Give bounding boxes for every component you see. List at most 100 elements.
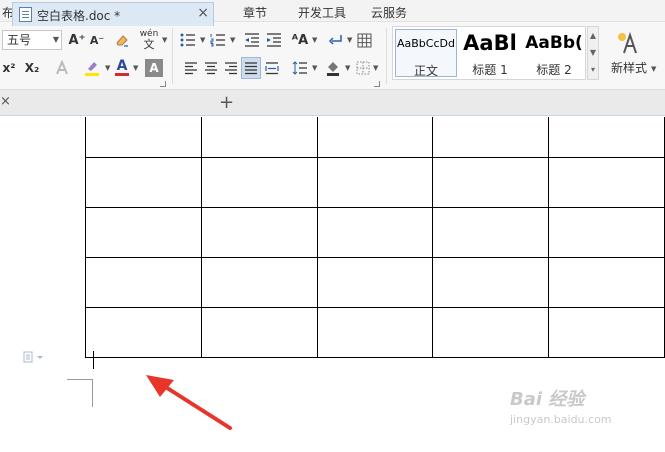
style-preview: AaBb( [525, 33, 583, 53]
close-icon[interactable]: × [0, 94, 11, 109]
paragraph-mark-button[interactable] [326, 30, 346, 50]
table-row [85, 117, 665, 158]
change-case-button[interactable]: ᴬA [289, 30, 311, 50]
table-cell[interactable] [200, 206, 318, 258]
text-effect-button[interactable] [52, 58, 72, 78]
table-row [85, 256, 665, 308]
table-cell[interactable] [85, 206, 202, 258]
table-cell[interactable] [432, 156, 550, 208]
style-normal[interactable]: AaBbCcDd 正文 [395, 29, 457, 77]
watermark-url: jingyan.baidu.com [510, 413, 612, 426]
subscript-icon: X₂ [24, 61, 40, 75]
close-icon[interactable]: × [197, 5, 209, 21]
pinyin-bottom-text: 文 [143, 38, 155, 51]
table-cell[interactable] [316, 206, 434, 258]
distributed-button[interactable] [263, 58, 281, 78]
chevron-up-icon[interactable]: ▲ [588, 27, 598, 44]
chevron-down-icon[interactable]: ▼ [312, 64, 317, 72]
chevron-down-icon[interactable]: ▼ [347, 36, 352, 44]
menu-section[interactable]: 章节 [243, 4, 267, 21]
border-icon [356, 61, 370, 75]
shrink-font-button[interactable]: A⁻ [88, 30, 106, 50]
numbering-button[interactable] [208, 30, 228, 50]
table-cell[interactable] [85, 117, 202, 158]
font-color-button[interactable]: A [113, 56, 131, 78]
menu-cloud-services[interactable]: 云服务 [371, 4, 407, 21]
table-cell[interactable] [548, 206, 665, 258]
paragraph-dialog-launcher[interactable] [374, 81, 380, 87]
chevron-down-icon[interactable]: ▼ [345, 64, 350, 72]
superscript-icon: x² [2, 61, 16, 75]
borders-button[interactable] [354, 58, 372, 78]
table-cell[interactable] [316, 156, 434, 208]
style-preview: AaBbCcDd [397, 37, 455, 50]
table-cell[interactable] [548, 156, 665, 208]
chevron-down-icon[interactable]: ▼ [133, 64, 138, 72]
table-cell[interactable] [316, 117, 434, 158]
style-heading-1[interactable]: AaBl 标题 1 [459, 29, 521, 77]
bulleted-list-icon [180, 33, 195, 47]
table-cell[interactable] [432, 117, 550, 158]
style-heading-2[interactable]: AaBb( 标题 2 [523, 29, 585, 77]
decrease-indent-button[interactable] [242, 30, 262, 50]
chevron-down-icon[interactable]: ▼ [105, 64, 110, 72]
table-cell[interactable] [316, 256, 434, 308]
document-table[interactable] [85, 117, 665, 358]
align-right-button[interactable] [222, 58, 240, 78]
more-icon[interactable]: ▾ [588, 61, 598, 78]
paint-bucket-icon [327, 62, 339, 76]
chevron-down-icon[interactable]: ▼ [200, 36, 205, 44]
table-cell[interactable] [200, 256, 318, 308]
align-left-button[interactable] [182, 58, 200, 78]
table-cell[interactable] [432, 206, 550, 258]
table-cell[interactable] [200, 117, 318, 158]
table-cell[interactable] [548, 306, 665, 358]
watermark-logo: Bai 经验 [510, 389, 585, 410]
table-cell[interactable] [85, 306, 202, 358]
font-size-select[interactable]: 五号 ▼ [2, 30, 62, 50]
increase-indent-button[interactable] [264, 30, 284, 50]
font-dialog-launcher[interactable] [160, 81, 166, 87]
table-cell[interactable] [85, 156, 202, 208]
clear-format-button[interactable] [112, 30, 132, 50]
character-shading-button[interactable]: A [145, 59, 163, 77]
table-button[interactable] [354, 30, 374, 50]
superscript-button[interactable]: x² [0, 58, 18, 78]
table-cell[interactable] [200, 306, 318, 358]
chevron-down-icon[interactable]: ▼ [588, 44, 598, 61]
new-style-icon [618, 31, 637, 53]
chevron-down-icon[interactable]: ▼ [373, 64, 378, 72]
chevron-down-icon[interactable]: ▼ [312, 36, 317, 44]
line-spacing-icon [292, 61, 307, 75]
new-style-button[interactable]: 新样式 [606, 26, 652, 80]
pinyin-guide-button[interactable]: wén 文 [137, 27, 161, 53]
return-arrow-icon [328, 35, 342, 45]
chevron-down-icon[interactable]: ▼ [651, 65, 656, 73]
shading-button[interactable] [323, 58, 343, 78]
shrink-font-icon: A⁻ [89, 33, 105, 47]
table-cell[interactable] [548, 256, 665, 308]
table-cell[interactable] [85, 256, 202, 308]
paragraph-layout-icon[interactable] [23, 351, 45, 366]
chevron-down-icon[interactable]: ▼ [230, 36, 235, 44]
subscript-button[interactable]: X₂ [22, 58, 42, 78]
justify-button[interactable] [241, 57, 261, 79]
align-center-button[interactable] [202, 58, 220, 78]
new-tab-button[interactable]: + [219, 92, 234, 113]
grow-font-button[interactable]: A⁺ [68, 30, 86, 50]
table-cell[interactable] [200, 156, 318, 208]
outdent-icon [245, 33, 259, 47]
table-cell[interactable] [432, 306, 550, 358]
style-name: 标题 2 [536, 63, 572, 77]
table-cell[interactable] [316, 306, 434, 358]
line-spacing-button[interactable] [290, 58, 310, 78]
table-cell[interactable] [548, 117, 665, 158]
style-gallery-scroll[interactable]: ▲ ▼ ▾ [587, 26, 599, 80]
document-tab[interactable]: 空白表格.doc * × [12, 2, 214, 26]
bullets-button[interactable] [178, 30, 198, 50]
align-center-icon [205, 61, 217, 74]
chevron-down-icon[interactable]: ▼ [162, 36, 167, 44]
highlight-button[interactable] [80, 58, 104, 78]
menu-developer-tools[interactable]: 开发工具 [298, 4, 346, 21]
table-cell[interactable] [432, 256, 550, 308]
